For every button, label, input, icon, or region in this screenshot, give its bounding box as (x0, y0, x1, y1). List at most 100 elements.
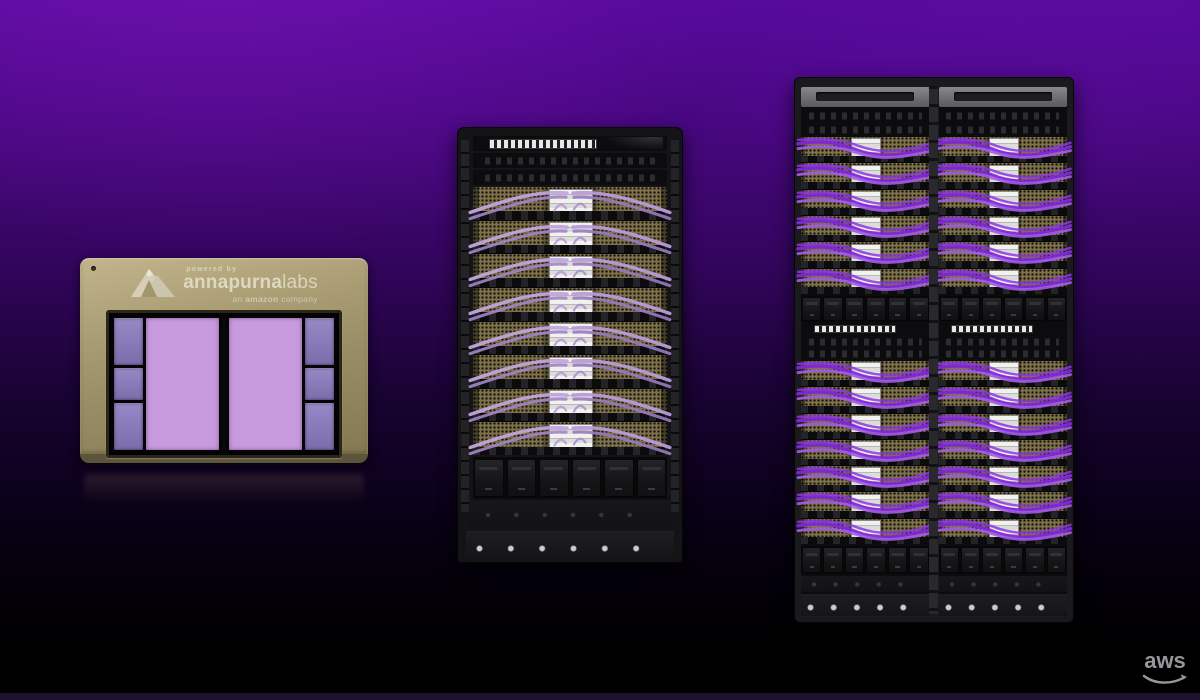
server-tray (801, 440, 930, 465)
cable-bundle (605, 137, 663, 150)
compute-die-left (146, 318, 219, 450)
switch-detail (809, 126, 922, 133)
psu-module (888, 547, 907, 573)
rack-rail-left (461, 140, 469, 512)
scene: powered by annapurnalabs an amazon compa… (0, 0, 1200, 700)
switch-detail (485, 174, 656, 181)
rack-plinth (939, 594, 1068, 616)
server-tray (473, 254, 667, 287)
server-tray (939, 492, 1068, 517)
psu-module (1025, 297, 1044, 321)
psu-module (802, 547, 821, 573)
tray-cables (939, 387, 1068, 412)
server-tray (939, 242, 1068, 267)
psu-module (940, 297, 959, 321)
tray-cables (801, 466, 930, 491)
tray-cables (801, 361, 930, 386)
tray-stack-upper (801, 137, 930, 294)
server-tray (939, 216, 1068, 241)
tray-cables (939, 190, 1068, 215)
psu-row (939, 296, 1068, 322)
switch-detail (946, 350, 1059, 357)
tray-cables (473, 422, 667, 455)
server-tray (939, 163, 1068, 188)
psu-module (982, 547, 1001, 573)
tray-stack (473, 187, 667, 455)
chip-logo-text: powered by annapurnalabs an amazon compa… (183, 266, 318, 304)
switch-detail (809, 350, 922, 357)
network-switch (939, 109, 1068, 122)
switch-detail (809, 338, 922, 345)
network-switch (939, 349, 1068, 359)
tray-cables (473, 221, 667, 254)
rack-center-divider (929, 86, 938, 614)
bay-top-panel (801, 87, 930, 107)
server-tray (939, 269, 1068, 294)
server-tray (939, 519, 1068, 544)
rack-plinth (801, 594, 930, 616)
psu-module (1004, 297, 1023, 321)
psu-module (845, 547, 864, 573)
psu-module (474, 459, 504, 497)
tray-cables (473, 355, 667, 388)
server-tray (939, 440, 1068, 465)
hbm-stack (305, 368, 334, 400)
server-tray (801, 519, 930, 544)
tray-cables (801, 387, 930, 412)
switch-detail (946, 112, 1059, 119)
chip-reflection (84, 474, 364, 510)
tray-cables (939, 242, 1068, 267)
plinth-screws (945, 604, 1061, 611)
server-tray (939, 361, 1068, 386)
psu-module (1025, 547, 1044, 573)
psu-module (888, 297, 907, 321)
server-tray (939, 190, 1068, 215)
server-tray (939, 414, 1068, 439)
psu-row (801, 296, 930, 322)
tray-cables (939, 466, 1068, 491)
annapurna-logo: powered by annapurnalabs an amazon compa… (80, 266, 368, 304)
tray-cables (939, 361, 1068, 386)
psu-module (909, 547, 928, 573)
tray-cables (939, 492, 1068, 517)
tray-cables (801, 190, 930, 215)
company-tagline: an amazon company (232, 294, 317, 304)
tray-cables (801, 216, 930, 241)
psu-module (845, 297, 864, 321)
psu-module (909, 297, 928, 321)
tray-cables (473, 389, 667, 422)
rack-rail-right (671, 140, 679, 512)
psu-row (473, 457, 667, 499)
server-tray (473, 187, 667, 220)
tray-stack-upper (939, 137, 1068, 294)
server-tray (801, 361, 930, 386)
rack-plinth (466, 531, 674, 557)
plinth-screws (476, 545, 663, 552)
tray-cables (801, 269, 930, 294)
network-switch (801, 349, 930, 359)
rack-base (801, 576, 930, 592)
tray-cables (801, 440, 930, 465)
tray-stack-lower (801, 361, 930, 544)
patch-panel-ports (489, 139, 598, 149)
psu-module (961, 297, 980, 321)
tray-cables (473, 322, 667, 355)
server-tray (473, 221, 667, 254)
network-switch (473, 170, 667, 185)
psu-row (939, 546, 1068, 574)
rack-base (939, 576, 1068, 592)
hbm-stack (114, 318, 143, 365)
tray-stack-lower (939, 361, 1068, 544)
brand-name: annapurnalabs (183, 273, 318, 293)
patch-panel-ports (951, 325, 1033, 333)
psu-module (1047, 297, 1066, 321)
base-vents (485, 512, 655, 518)
tray-cables (473, 254, 667, 287)
hbm-stack (114, 403, 143, 450)
chip-die-window (106, 310, 342, 458)
server-tray (801, 137, 930, 162)
switch-detail (485, 157, 656, 164)
server-tray (473, 389, 667, 422)
patch-panel (801, 324, 930, 335)
hbm-stack (305, 318, 334, 365)
